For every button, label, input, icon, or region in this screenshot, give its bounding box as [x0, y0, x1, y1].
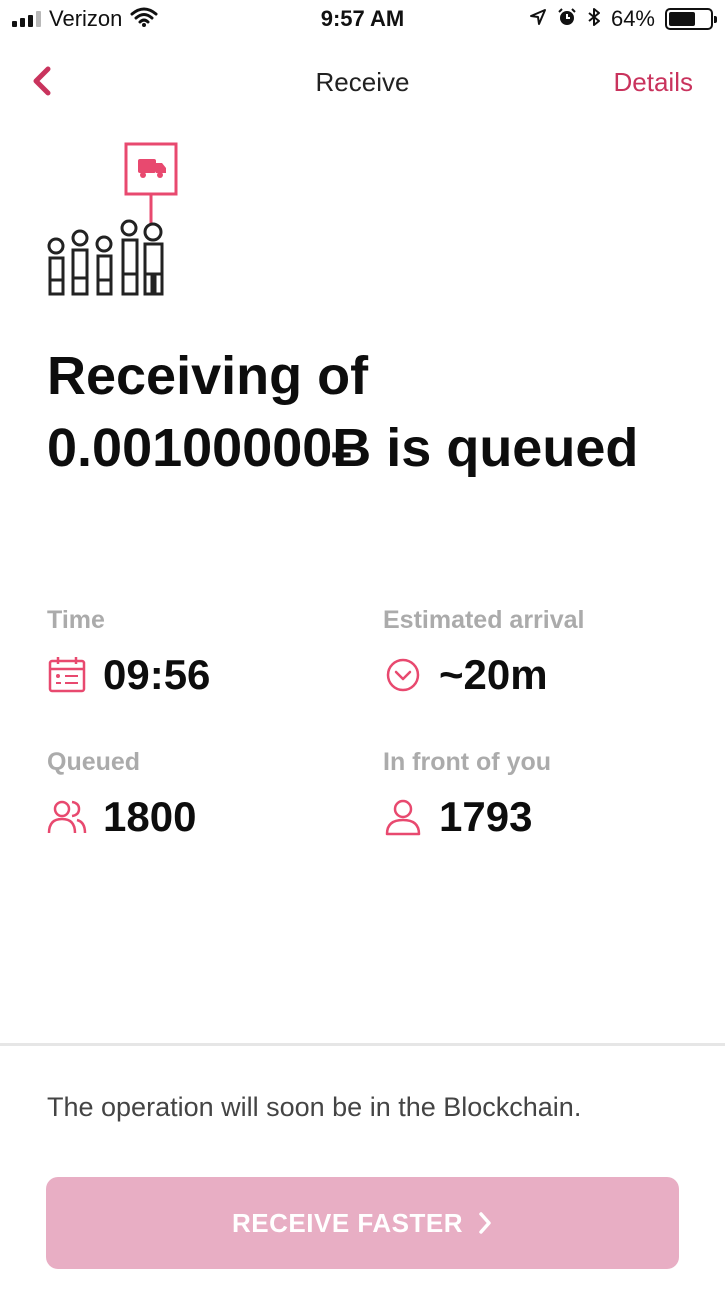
status-bar: Verizon 9:57 AM 64% [0, 0, 725, 40]
stat-in-front-label: In front of you [383, 748, 552, 776]
status-headline: Receiving of 0.00100000Ƀ is queued [47, 346, 639, 478]
stat-time: Time 09:56 [47, 606, 210, 699]
stat-queued-value: 1800 [103, 793, 197, 840]
queue-people-truck-icon [44, 140, 184, 305]
stat-in-front-value: 1793 [439, 793, 533, 840]
receive-faster-label: RECEIVE FASTER [232, 1207, 463, 1238]
details-link[interactable]: Details [614, 67, 693, 98]
stat-queued: Queued 1800 [47, 748, 196, 841]
bluetooth-icon [587, 7, 601, 32]
receive-faster-button[interactable]: RECEIVE FASTER [46, 1177, 679, 1269]
stat-estimated-arrival: Estimated arrival ~20m [383, 606, 585, 699]
stat-estimated-arrival-label: Estimated arrival [383, 606, 585, 634]
stat-time-value: 09:56 [103, 651, 211, 698]
calendar-icon [47, 655, 87, 695]
user-icon [383, 797, 423, 837]
chevron-right-icon [477, 1210, 493, 1236]
stat-in-front: In front of you 1793 [383, 748, 551, 841]
stat-estimated-arrival-value: ~20m [439, 651, 548, 698]
battery-percent: 64% [610, 6, 655, 31]
divider [0, 1043, 725, 1046]
stat-time-label: Time [47, 606, 105, 634]
alarm-icon [557, 7, 577, 32]
users-icon [47, 797, 87, 837]
location-icon [529, 8, 547, 31]
battery-icon [665, 8, 717, 30]
stat-queued-label: Queued [47, 748, 141, 776]
footer-message: The operation will soon be in the Blockc… [47, 1092, 582, 1122]
clock-chevron-icon [383, 655, 423, 695]
nav-bar: Receive Details [0, 55, 725, 111]
